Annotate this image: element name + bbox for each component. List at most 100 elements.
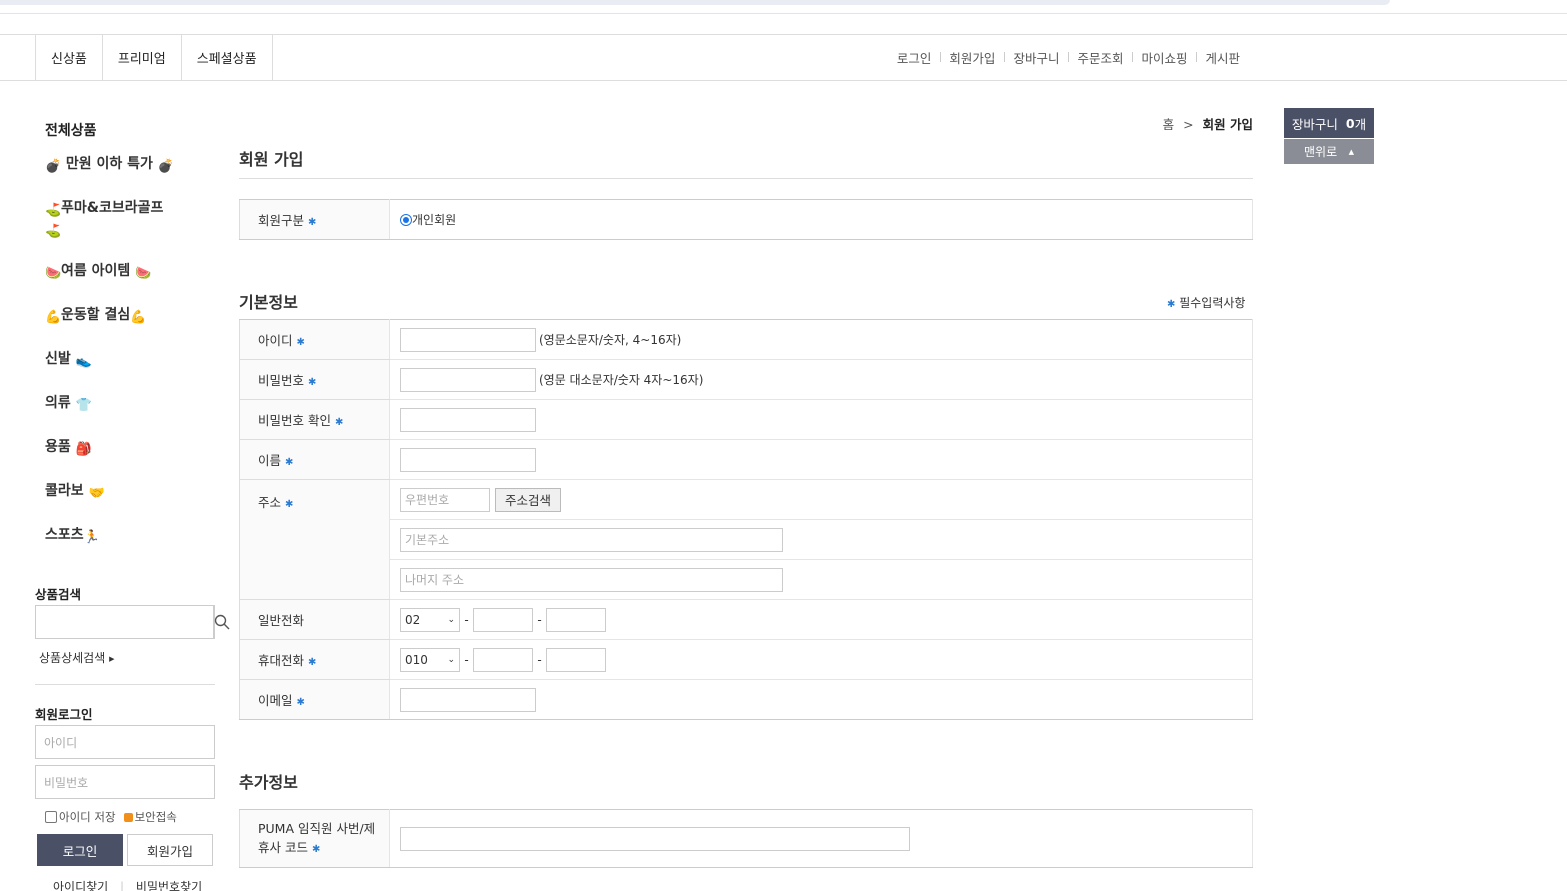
category-item[interactable]: ⛳푸마&코브라골프 ⛳ xyxy=(45,198,195,240)
category-item[interactable]: 의류 👕 xyxy=(45,393,195,414)
login-button[interactable]: 로그인 xyxy=(37,834,123,866)
base-address-input[interactable]: 기본주소 xyxy=(400,527,783,552)
title-divider xyxy=(239,178,1253,179)
nav-special-products[interactable]: 스페셜상품 xyxy=(182,35,273,80)
member-type-table: 회원구분 ✱ 개인회원 xyxy=(239,199,1253,240)
nav-login[interactable]: 로그인 xyxy=(888,48,941,67)
email-label: 이메일 xyxy=(258,693,293,708)
login-id-input[interactable]: 아이디 xyxy=(35,725,215,759)
required-icon: ✱ xyxy=(308,657,317,668)
scroll-top-button[interactable]: 맨위로 ▲ xyxy=(1284,139,1374,164)
id-label: 아이디 xyxy=(258,333,293,348)
sidebar-divider xyxy=(35,684,215,685)
category-item[interactable]: 🍉여름 아이템 🍉 xyxy=(45,261,195,282)
phone-last-input[interactable] xyxy=(546,607,606,632)
form-row: 일반전화 02 ⌄ - - xyxy=(239,599,1253,640)
main-navbar: 신상품 프리미엄 스페셜상품 로그인 회원가입 장바구니 주문조회 마이쇼핑 게… xyxy=(0,34,1567,81)
id-input[interactable] xyxy=(400,327,536,352)
nav-premium[interactable]: 프리미엄 xyxy=(103,35,182,80)
category-item[interactable]: 용품 🎒 xyxy=(45,437,195,458)
chevron-down-icon: ⌄ xyxy=(447,614,455,625)
address-search-button[interactable]: 주소검색 xyxy=(495,487,561,512)
breadcrumb-home[interactable]: 홈 xyxy=(1163,117,1175,132)
form-row: 회원구분 ✱ 개인회원 xyxy=(239,199,1253,240)
address-label: 주소 xyxy=(258,495,282,510)
detail-search-link[interactable]: 상품상세검색 ▶ xyxy=(39,649,114,666)
category-item[interactable]: 💣 만원 이하 특가 💣 xyxy=(45,154,195,175)
secure-login-link[interactable]: 보안접속 xyxy=(135,809,177,825)
employee-code-input[interactable] xyxy=(400,826,910,851)
nav-order-lookup[interactable]: 주문조회 xyxy=(1068,48,1132,67)
category-nav: 신상품 프리미엄 스페셜상품 xyxy=(35,35,273,80)
nav-new-products[interactable]: 신상품 xyxy=(36,35,103,80)
individual-member-radio[interactable] xyxy=(400,214,412,226)
nav-join[interactable]: 회원가입 xyxy=(940,48,1004,67)
nav-my-shopping[interactable]: 마이쇼핑 xyxy=(1132,48,1196,67)
mobile-middle-input[interactable] xyxy=(473,647,533,672)
mobile-prefix-select[interactable]: 010 ⌄ xyxy=(400,647,460,672)
extra-info-title: 추가정보 xyxy=(239,773,298,792)
chevron-down-icon: ⌄ xyxy=(447,654,455,665)
password-confirm-input[interactable] xyxy=(400,407,536,432)
cart-count: 0 xyxy=(1345,115,1355,131)
basic-info-section: 아이디 ✱ (영문소문자/숫자, 4~16자) 비밀번호 ✱ (영문 대소문자/… xyxy=(239,319,1253,720)
shoe-icon: 👟 xyxy=(75,354,92,369)
phone-middle-input[interactable] xyxy=(473,607,533,632)
required-icon: ✱ xyxy=(1167,299,1176,310)
sidebar: 전체상품 💣 만원 이하 특가 💣 ⛳푸마&코브라골프 ⛳ 🍉여름 아이템 🍉 💪… xyxy=(35,108,215,569)
employee-code-label: PUMA 임직원 사번/제 xyxy=(258,820,376,836)
category-item[interactable]: 콜라보 🤝 xyxy=(45,481,195,502)
golf-icon: ⛳ xyxy=(45,224,62,239)
basic-info-title: 기본정보 xyxy=(239,293,298,312)
password-hint: (영문 대소문자/숫자 4자~16자) xyxy=(539,373,704,387)
id-hint: (영문소문자/숫자, 4~16자) xyxy=(539,333,682,347)
category-item[interactable]: 💪운동할 결심💪 xyxy=(45,305,195,326)
product-search-input[interactable] xyxy=(36,606,213,638)
login-options: 아이디 저장 보안접속 xyxy=(45,809,177,825)
browser-top-strip xyxy=(0,0,1390,5)
category-item[interactable]: 스포츠🏃 xyxy=(45,525,195,546)
watermelon-icon: 🍉 xyxy=(135,266,152,281)
individual-member-label: 개인회원 xyxy=(412,213,457,227)
member-type-label: 회원구분 ✱ xyxy=(239,199,390,240)
category-item[interactable]: 신발 👟 xyxy=(45,349,195,370)
detail-address-input[interactable]: 나머지 주소 xyxy=(400,567,783,592)
member-nav: 로그인 회원가입 장바구니 주문조회 마이쇼핑 게시판 xyxy=(888,35,1249,80)
bag-icon: 🎒 xyxy=(75,442,92,457)
breadcrumb-current: 회원 가입 xyxy=(1202,117,1253,132)
phone-prefix-select[interactable]: 02 ⌄ xyxy=(400,607,460,632)
mobile-last-input[interactable] xyxy=(546,647,606,672)
lock-icon xyxy=(123,812,133,822)
nav-cart[interactable]: 장바구니 xyxy=(1004,48,1068,67)
top-divider xyxy=(0,13,1567,14)
required-icon: ✱ xyxy=(308,217,317,228)
find-id-link[interactable]: 아이디찾기 xyxy=(53,880,108,891)
form-row: 이메일 ✱ xyxy=(239,679,1253,720)
required-icon: ✱ xyxy=(296,337,305,348)
find-pw-link[interactable]: 비밀번호찾기 xyxy=(136,880,202,891)
find-links: 아이디찾기 | 비밀번호찾기 xyxy=(53,878,202,891)
form-row: 기본주소 xyxy=(240,519,1253,560)
email-input[interactable] xyxy=(400,687,536,712)
form-row: PUMA 임직원 사번/제 휴사 코드 ✱ xyxy=(239,809,1253,868)
caret-right-icon: ▶ xyxy=(109,655,115,663)
form-row: 휴대전화 ✱ 010 ⌄ - - xyxy=(239,639,1253,680)
handshake-icon: 🤝 xyxy=(88,486,105,501)
search-icon xyxy=(214,614,230,630)
login-pw-input[interactable]: 비밀번호 xyxy=(35,765,215,799)
runner-icon: 🏃 xyxy=(83,530,100,545)
bomb-icon: 💣 xyxy=(45,159,62,174)
save-id-checkbox[interactable] xyxy=(45,811,57,823)
nav-board[interactable]: 게시판 xyxy=(1196,48,1249,67)
zipcode-input[interactable]: 우편번호 xyxy=(400,487,490,512)
required-icon: ✱ xyxy=(308,377,317,388)
breadcrumb: 홈 > 회원 가입 xyxy=(1163,114,1253,133)
password-input[interactable] xyxy=(400,367,536,392)
join-button[interactable]: 회원가입 xyxy=(127,834,213,866)
search-button[interactable] xyxy=(213,606,230,638)
floating-cart[interactable]: 장바구니 0개 xyxy=(1284,108,1374,138)
member-type-section: 회원구분 ✱ 개인회원 xyxy=(239,199,1253,240)
name-input[interactable] xyxy=(400,447,536,472)
form-row: 나머지 주소 xyxy=(240,559,1253,600)
extra-info-table: PUMA 임직원 사번/제 휴사 코드 ✱ xyxy=(239,809,1253,868)
